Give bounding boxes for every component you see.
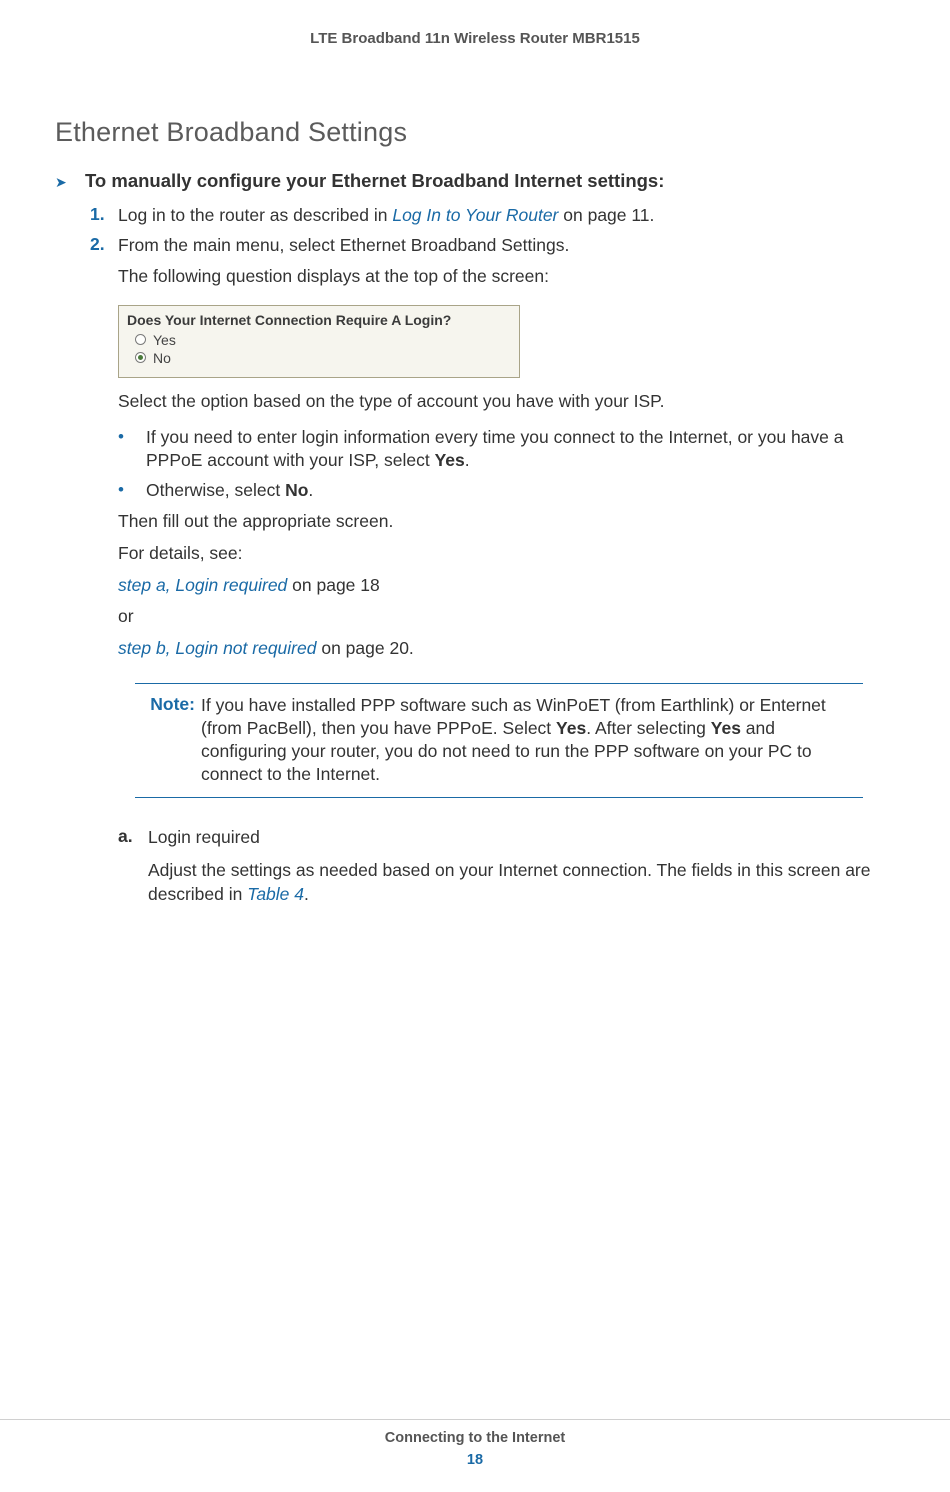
procedure-arrow-icon: ➤: [55, 174, 73, 191]
step-1: 1. Log in to the router as described in …: [90, 204, 895, 228]
lettered-mark: a.: [118, 826, 148, 850]
login-question-screenshot: Does Your Internet Connection Require A …: [118, 305, 520, 378]
procedure-title: To manually configure your Ethernet Broa…: [85, 170, 664, 192]
section-heading: Ethernet Broadband Settings: [55, 117, 895, 148]
radio-checked-icon: [135, 352, 146, 363]
step-body: Log in to the router as described in Log…: [118, 204, 654, 228]
bullet-text: If you need to enter login information e…: [146, 427, 844, 471]
note-bold2: Yes: [711, 718, 741, 738]
radio-yes-label: Yes: [153, 332, 176, 348]
table-4-link[interactable]: Table 4: [247, 884, 304, 904]
note-block: Note: If you have installed PPP software…: [135, 683, 863, 798]
bullet-yes: • If you need to enter login information…: [118, 426, 895, 473]
bullet-no: • Otherwise, select No.: [118, 479, 895, 503]
bullet-post: .: [308, 480, 313, 500]
note-mid: . After selecting: [586, 718, 711, 738]
bullet-text: Otherwise, select: [146, 480, 285, 500]
step-body: From the main menu, select Ethernet Broa…: [118, 234, 569, 258]
bullet-icon: •: [118, 479, 146, 503]
step-text-post: on page 11.: [558, 205, 654, 225]
step-b-post: on page 20.: [316, 638, 413, 658]
procedure-steps: 1. Log in to the router as described in …: [90, 204, 895, 257]
step-a-sub-post: .: [304, 884, 309, 904]
step-a-post: on page 18: [287, 575, 379, 595]
bullet-icon: •: [118, 426, 146, 473]
footer-chapter: Connecting to the Internet: [0, 1430, 950, 1446]
radio-yes[interactable]: Yes: [135, 332, 511, 348]
ref-step-b: step b, Login not required on page 20.: [118, 637, 895, 661]
document-header: LTE Broadband 11n Wireless Router MBR151…: [55, 30, 895, 47]
step-text: Log in to the router as described in: [118, 205, 392, 225]
ref-step-a: step a, Login required on page 18: [118, 574, 895, 598]
details-see-text: For details, see:: [118, 542, 895, 566]
bullet-bold: Yes: [435, 450, 465, 470]
question-title: Does Your Internet Connection Require A …: [127, 312, 511, 328]
step-2: 2. From the main menu, select Ethernet B…: [90, 234, 895, 258]
step-a-description: Adjust the settings as needed based on y…: [148, 859, 895, 906]
lettered-title: Login required: [148, 826, 260, 850]
step-a-item: a. Login required: [118, 826, 895, 850]
lettered-steps: a. Login required: [118, 826, 895, 850]
radio-unchecked-icon: [135, 334, 146, 345]
bullet-body: Otherwise, select No.: [146, 479, 313, 503]
login-router-link[interactable]: Log In to Your Router: [392, 205, 558, 225]
note-label: Note:: [135, 694, 201, 787]
bullet-post: .: [465, 450, 470, 470]
step-number: 2.: [90, 234, 118, 258]
step-number: 1.: [90, 204, 118, 228]
step-b-link[interactable]: step b, Login not required: [118, 638, 316, 658]
page-footer: Connecting to the Internet 18: [0, 1419, 950, 1468]
option-bullets: • If you need to enter login information…: [118, 426, 895, 503]
radio-no[interactable]: No: [135, 350, 511, 366]
question-intro: The following question displays at the t…: [118, 265, 895, 289]
note-body: If you have installed PPP software such …: [201, 694, 845, 787]
note-bold1: Yes: [556, 718, 586, 738]
radio-no-label: No: [153, 350, 171, 366]
bullet-body: If you need to enter login information e…: [146, 426, 895, 473]
select-option-text: Select the option based on the type of a…: [118, 390, 895, 414]
fill-out-text: Then fill out the appropriate screen.: [118, 510, 895, 534]
footer-page-number: 18: [0, 1452, 950, 1468]
step-a-link[interactable]: step a, Login required: [118, 575, 287, 595]
bullet-bold: No: [285, 480, 308, 500]
or-text: or: [118, 605, 895, 629]
